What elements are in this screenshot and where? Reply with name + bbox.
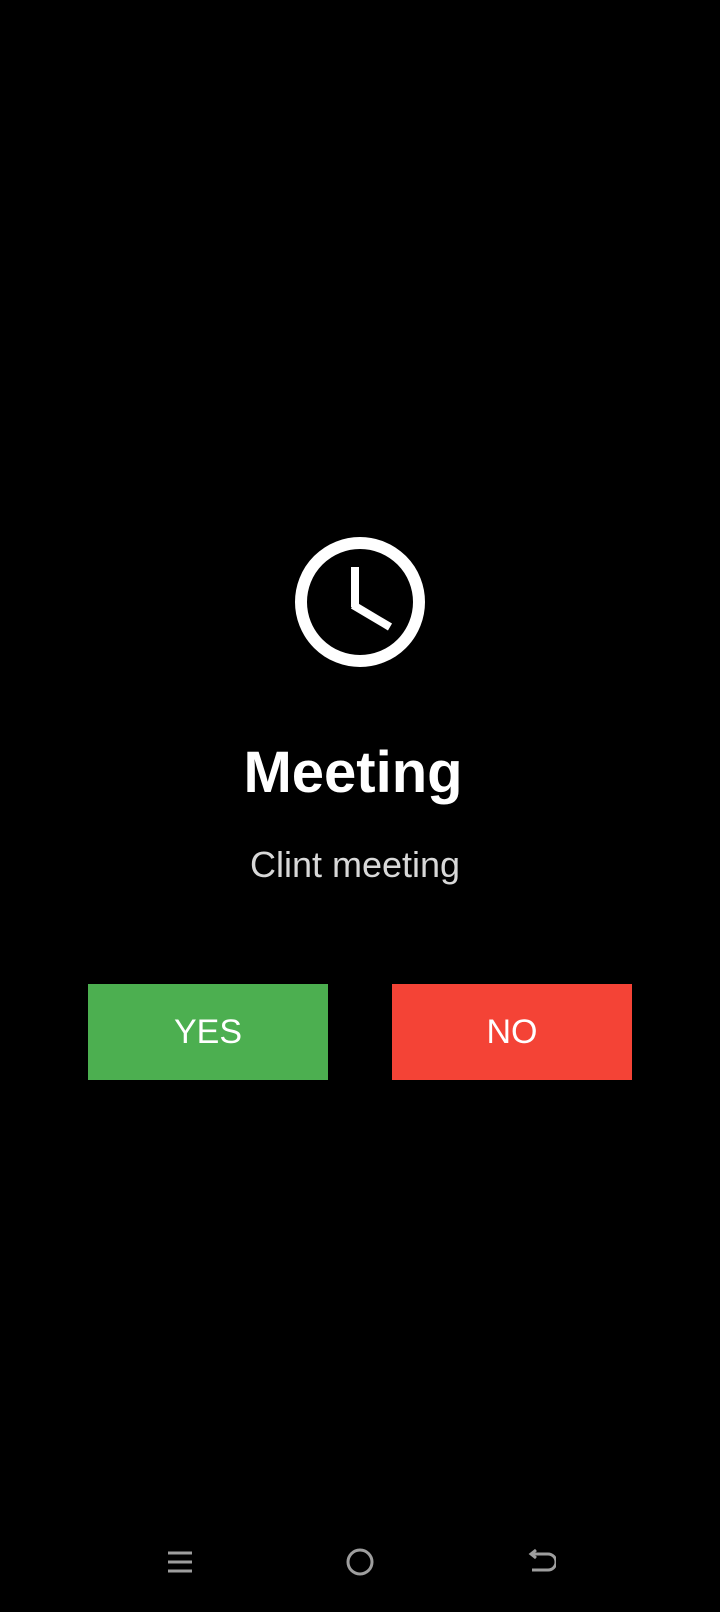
nav-back-button[interactable] (510, 1532, 570, 1592)
no-button-label: NO (486, 1012, 538, 1051)
no-button[interactable]: NO (392, 984, 632, 1080)
alarm-subtitle: Clint meeting (249, 844, 461, 885)
back-icon (528, 1548, 556, 1572)
clock-icon (295, 537, 425, 667)
alarm-screen: Meeting Clint meeting YES NO (0, 0, 720, 1612)
nav-menu-button[interactable] (150, 1532, 210, 1592)
navigation-bar (0, 1512, 720, 1612)
menu-icon (168, 1551, 192, 1573)
alarm-title: Meeting (243, 740, 463, 805)
nav-home-button[interactable] (330, 1532, 390, 1592)
home-icon (346, 1548, 374, 1576)
yes-button-label: YES (173, 1012, 243, 1051)
yes-button[interactable]: YES (88, 984, 328, 1080)
